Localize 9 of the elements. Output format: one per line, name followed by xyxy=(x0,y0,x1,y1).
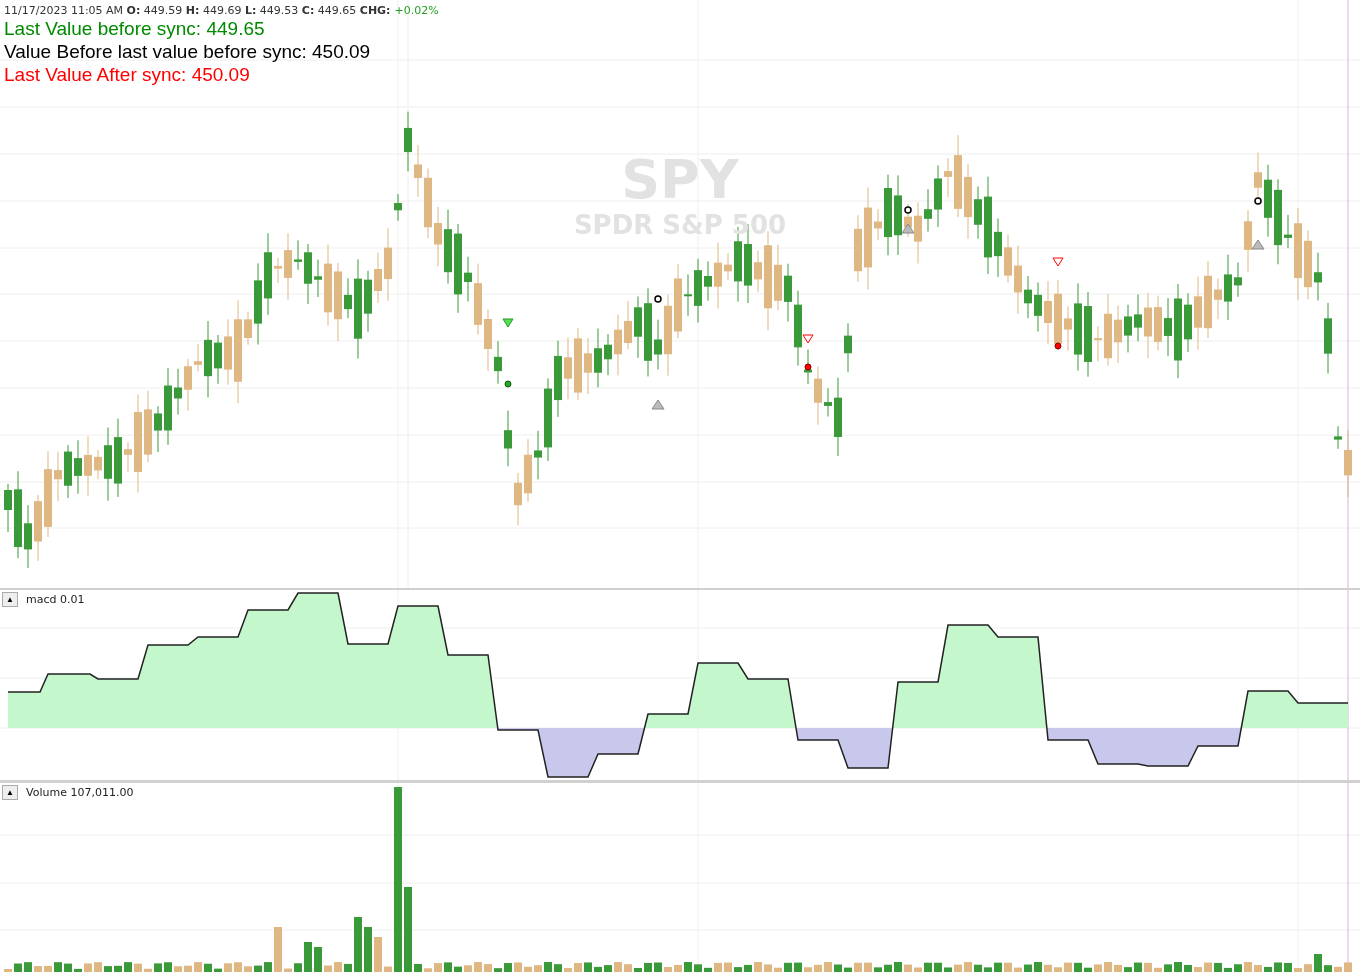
macd-label: macd 0.01 xyxy=(26,593,85,606)
sync-value-label: Last Value After sync: 450.09 xyxy=(4,63,251,86)
sync-value-label: Value Before last value before sync: 450.09 xyxy=(4,40,372,63)
ohlc-readout: 11/17/2023 11:05 AM O: 449.59 H: 449.69 L: 449.53 C: 449.65 CHG: xyxy=(4,4,391,17)
volume-label: Volume 107,011.00 xyxy=(26,786,134,799)
collapse-button[interactable]: ▲ xyxy=(2,785,18,800)
change-value: +0.02% xyxy=(394,4,439,17)
sync-value-label: Last Value before sync: 449.65 xyxy=(4,17,266,40)
collapse-button[interactable]: ▲ xyxy=(2,592,18,607)
